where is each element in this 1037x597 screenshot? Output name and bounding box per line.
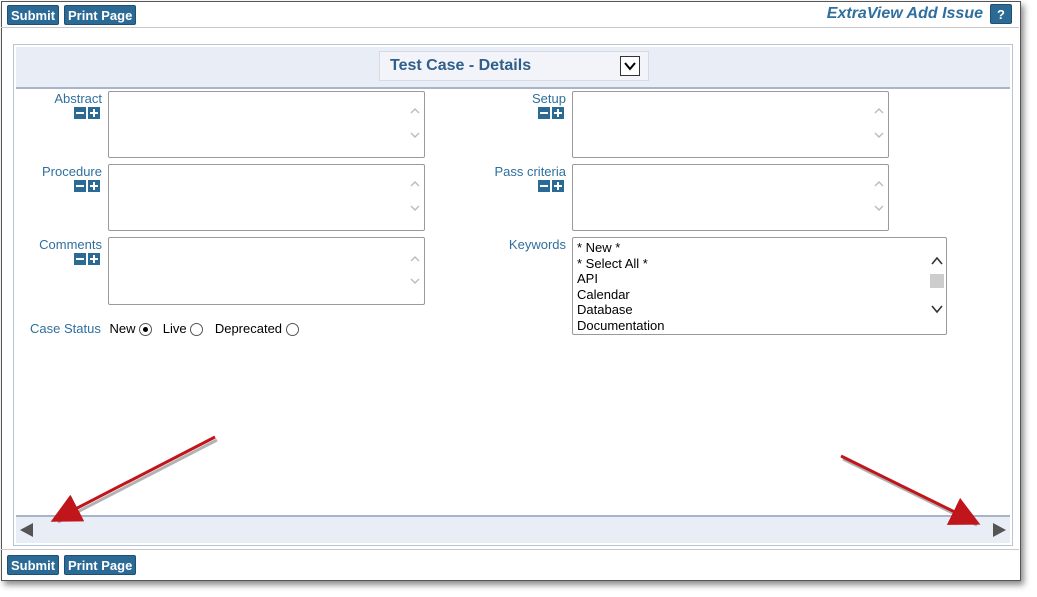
arrow-shadow — [842, 457, 978, 527]
print-page-button-bottom[interactable]: Print Page — [64, 555, 137, 575]
footer-divider — [1, 549, 1019, 550]
arrow-shadow — [57, 438, 218, 524]
annotation-arrows — [50, 435, 981, 527]
annotation-arrow-left — [50, 435, 216, 522]
annotation-arrow-right — [840, 454, 981, 525]
submit-button-bottom[interactable]: Submit — [7, 555, 60, 575]
